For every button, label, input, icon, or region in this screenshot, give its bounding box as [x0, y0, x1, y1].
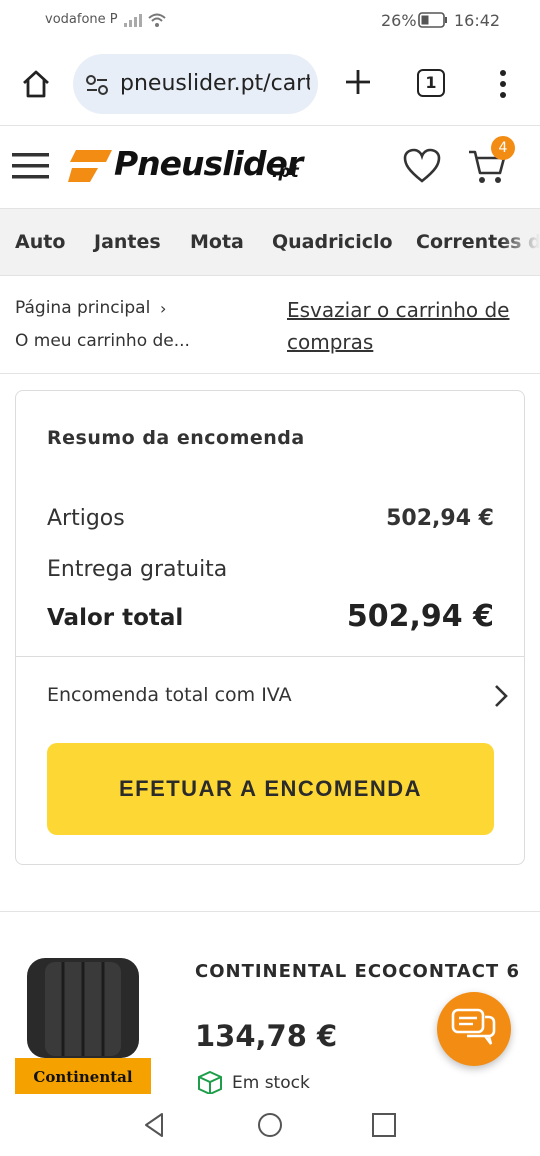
- breadcrumb-home[interactable]: Página principal: [15, 298, 150, 318]
- summary-title: Resumo da encomenda: [47, 427, 305, 449]
- category-auto[interactable]: Auto: [15, 231, 65, 253]
- stock-status: Em stock: [232, 1073, 310, 1093]
- total-label: Valor total: [47, 605, 184, 631]
- tyre-image: Continental: [15, 958, 151, 1094]
- home-button[interactable]: [16, 64, 56, 104]
- url-text[interactable]: pneuslider.pt/cart: [120, 71, 310, 96]
- category-mota[interactable]: Mota: [190, 231, 244, 253]
- cart-count-badge[interactable]: 4: [491, 136, 515, 160]
- package-icon: [198, 1070, 222, 1096]
- items-label: Artigos: [47, 506, 125, 531]
- status-bar: vodafone P 26% 16:42: [0, 0, 540, 42]
- recent-apps-icon[interactable]: [370, 1111, 398, 1139]
- wishlist-heart-icon[interactable]: [403, 148, 441, 184]
- carrier-name: vodafone P: [45, 12, 118, 27]
- clock: 16:42: [454, 11, 501, 30]
- product-price: 134,78 €: [195, 1019, 338, 1053]
- place-order-button[interactable]: EFETUAR A ENCOMENDA: [47, 743, 494, 835]
- vat-total-row[interactable]: Encomenda total com IVA: [16, 657, 524, 735]
- items-value: 502,94 €: [386, 506, 494, 531]
- android-nav-bar: [0, 1094, 540, 1156]
- home-circle-icon[interactable]: [255, 1110, 285, 1140]
- chat-bubbles-icon: [451, 1008, 496, 1045]
- site-logo-suffix: .pt: [272, 162, 299, 182]
- browser-toolbar: pneuslider.pt/cart 1: [0, 42, 540, 126]
- product-brand-logo: Continental: [33, 1068, 132, 1086]
- order-summary-card: Resumo da encomenda Artigos 502,94 € Ent…: [15, 390, 525, 865]
- section-divider: [0, 911, 540, 912]
- battery-percent: 26%: [381, 11, 417, 30]
- chevron-right-icon: [495, 685, 508, 707]
- breadcrumb: Página principal › O meu carrinho de... …: [0, 276, 540, 374]
- shipping-label: Entrega gratuita: [47, 557, 228, 582]
- chat-button[interactable]: [437, 992, 511, 1066]
- wifi-icon: [148, 13, 166, 27]
- new-tab-icon[interactable]: [340, 64, 376, 100]
- category-nav: Auto Jantes Mota Quadriciclo Correntes d…: [0, 208, 540, 276]
- battery-icon: [418, 12, 447, 28]
- signal-icon: [124, 14, 142, 27]
- category-jantes[interactable]: Jantes: [94, 231, 161, 253]
- tab-switcher-button[interactable]: 1: [417, 69, 445, 97]
- home-icon: [23, 70, 49, 98]
- breadcrumb-current: O meu carrinho de...: [15, 331, 190, 351]
- empty-cart-link[interactable]: Esvaziar o carrinho de compras: [287, 294, 527, 358]
- address-bar[interactable]: pneuslider.pt/cart: [73, 54, 318, 114]
- hamburger-menu-icon[interactable]: [12, 150, 50, 182]
- site-header: Pneuslider .pt 4: [0, 126, 540, 208]
- more-menu-icon[interactable]: [492, 68, 514, 100]
- chevron-right-icon: ›: [160, 299, 167, 318]
- category-fade: [500, 209, 540, 275]
- site-settings-icon[interactable]: [85, 74, 109, 96]
- logo-mark-icon[interactable]: [68, 148, 112, 184]
- product-name[interactable]: CONTINENTAL ECOCONTACT 6: [195, 958, 525, 986]
- back-icon[interactable]: [140, 1110, 170, 1140]
- category-quadriciclo[interactable]: Quadriciclo: [272, 231, 393, 253]
- product-image[interactable]: Continental: [15, 958, 151, 1094]
- total-value: 502,94 €: [346, 599, 494, 634]
- vat-label: Encomenda total com IVA: [47, 684, 292, 706]
